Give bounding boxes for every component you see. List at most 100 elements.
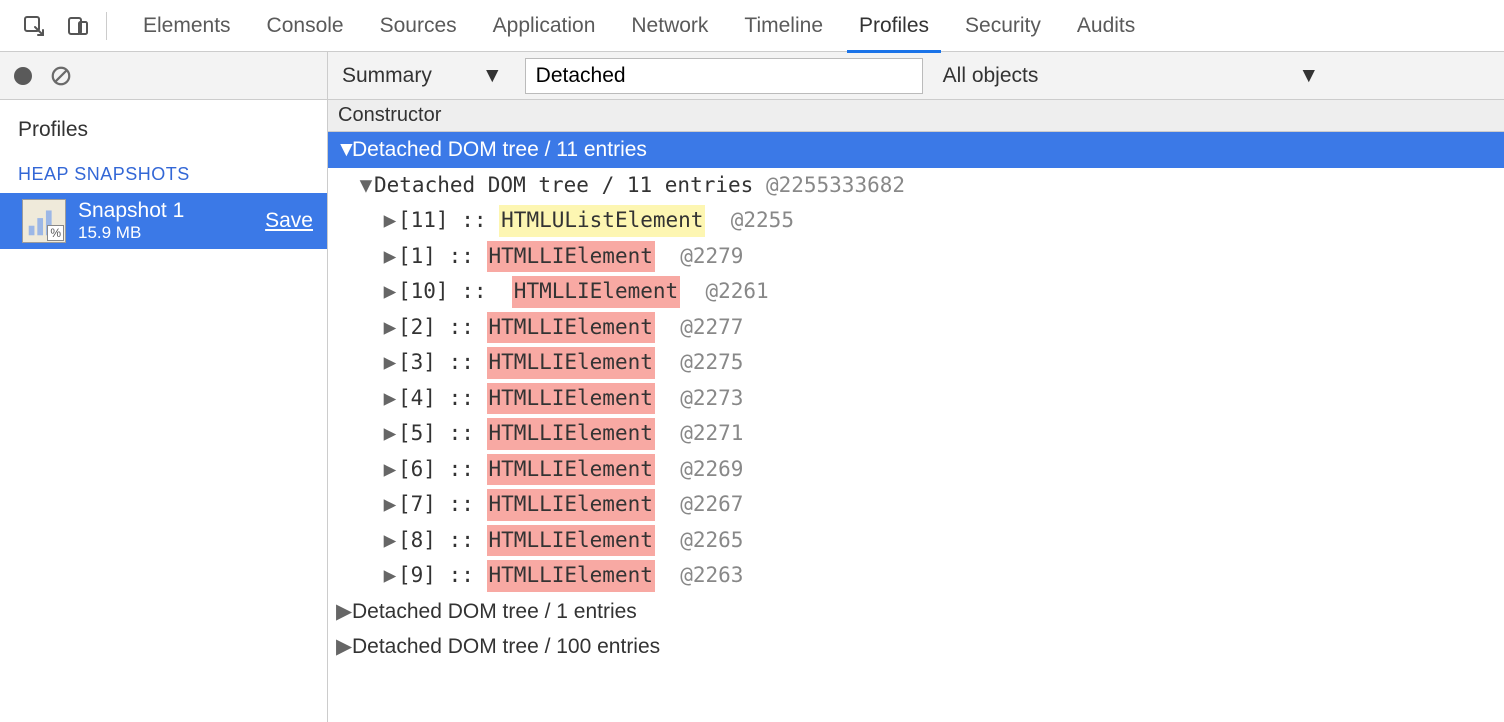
group-row-collapsed[interactable]: ▶Detached DOM tree / 1 entries — [328, 594, 1504, 630]
entry-index: [8] — [398, 525, 436, 557]
disclosure-down-icon: ▼ — [358, 170, 374, 202]
group-row-collapsed[interactable]: ▶Detached DOM tree / 100 entries — [328, 629, 1504, 665]
profiles-sidebar: Profiles HEAP SNAPSHOTS % Snapshot 1 15.… — [0, 100, 328, 722]
snapshot-text: Snapshot 1 15.9 MB — [78, 199, 253, 243]
heap-entry-row[interactable]: ▶[5] :: HTMLLIElement @2271 — [328, 416, 1504, 452]
heap-entry-row[interactable]: ▶[4] :: HTMLLIElement @2273 — [328, 381, 1504, 417]
column-header-constructor[interactable]: Constructor — [328, 100, 1504, 132]
entry-index: [5] — [398, 418, 436, 450]
devtools-tabbar: ElementsConsoleSourcesApplicationNetwork… — [0, 0, 1504, 52]
entry-oid: @2263 — [680, 560, 743, 592]
heap-entry-row[interactable]: ▶[1] :: HTMLLIElement @2279 — [328, 239, 1504, 275]
snapshot-name: Snapshot 1 — [78, 199, 253, 223]
disclosure-right-icon: ▶ — [382, 347, 398, 379]
chevron-down-icon: ▼ — [482, 64, 503, 88]
tab-network[interactable]: Network — [613, 0, 726, 52]
class-filter-input[interactable] — [525, 58, 923, 94]
heap-entry-row[interactable]: ▶[9] :: HTMLLIElement @2263 — [328, 558, 1504, 594]
tab-sources[interactable]: Sources — [362, 0, 475, 52]
group-row-selected[interactable]: ▼Detached DOM tree / 11 entries — [328, 132, 1504, 168]
entry-element: HTMLLIElement — [487, 418, 655, 450]
entry-oid: @2269 — [680, 454, 743, 486]
record-icon[interactable] — [14, 67, 32, 85]
snapshot-save-link[interactable]: Save — [265, 209, 313, 233]
tab-console[interactable]: Console — [249, 0, 362, 52]
sidebar-section-label: HEAP SNAPSHOTS — [0, 150, 327, 193]
heap-entry-row[interactable]: ▶[2] :: HTMLLIElement @2277 — [328, 310, 1504, 346]
toolbar-right: Summary ▼ All objects ▼ — [328, 52, 1504, 99]
tab-timeline[interactable]: Timeline — [726, 0, 841, 52]
entry-oid: @2255 — [731, 205, 794, 237]
entry-element: HTMLLIElement — [487, 525, 655, 557]
snapshot-icon: % — [22, 199, 66, 243]
entry-oid: @2265 — [680, 525, 743, 557]
heap-entry-row[interactable]: ▶[11] :: HTMLUListElement @2255 — [328, 203, 1504, 239]
entry-element: HTMLLIElement — [512, 276, 680, 308]
entry-index: [6] — [398, 454, 436, 486]
tab-security[interactable]: Security — [947, 0, 1059, 52]
entry-index: [9] — [398, 560, 436, 592]
disclosure-right-icon: ▶ — [382, 454, 398, 486]
content-area: Profiles HEAP SNAPSHOTS % Snapshot 1 15.… — [0, 100, 1504, 722]
entry-index: [2] — [398, 312, 436, 344]
object-filter-label: All objects — [943, 64, 1039, 88]
tab-profiles[interactable]: Profiles — [841, 0, 947, 52]
disclosure-right-icon: ▶ — [382, 489, 398, 521]
entry-element: HTMLUListElement — [499, 205, 705, 237]
entry-element: HTMLLIElement — [487, 383, 655, 415]
disclosure-right-icon: ▶ — [382, 560, 398, 592]
entry-oid: @2271 — [680, 418, 743, 450]
group-label: Detached DOM tree / 11 entries — [352, 134, 647, 166]
view-selector-label: Summary — [342, 64, 432, 88]
disclosure-right-icon: ▶ — [382, 418, 398, 450]
group-row-expanded[interactable]: ▼Detached DOM tree / 11 entries @2255333… — [328, 168, 1504, 204]
disclosure-down-icon: ▼ — [336, 134, 352, 166]
object-filter-selector[interactable]: All objects ▼ — [943, 64, 1330, 88]
disclosure-right-icon: ▶ — [382, 205, 398, 237]
tab-elements[interactable]: Elements — [125, 0, 249, 52]
entry-oid: @2275 — [680, 347, 743, 379]
entry-oid: @2279 — [680, 241, 743, 273]
tab-application[interactable]: Application — [475, 0, 614, 52]
entry-element: HTMLLIElement — [487, 454, 655, 486]
entry-index: [4] — [398, 383, 436, 415]
disclosure-right-icon: ▶ — [382, 276, 398, 308]
device-toggle-icon[interactable] — [56, 14, 100, 38]
tabs-container: ElementsConsoleSourcesApplicationNetwork… — [125, 0, 1153, 52]
disclosure-right-icon: ▶ — [336, 596, 352, 628]
disclosure-right-icon: ▶ — [382, 312, 398, 344]
disclosure-right-icon: ▶ — [382, 525, 398, 557]
toolbar-left — [0, 52, 328, 99]
entry-index: [7] — [398, 489, 436, 521]
entry-element: HTMLLIElement — [487, 560, 655, 592]
chevron-down-icon: ▼ — [1298, 64, 1319, 88]
disclosure-right-icon: ▶ — [382, 241, 398, 273]
heap-entry-row[interactable]: ▶[6] :: HTMLLIElement @2269 — [328, 452, 1504, 488]
entry-element: HTMLLIElement — [487, 312, 655, 344]
heap-entry-row[interactable]: ▶[8] :: HTMLLIElement @2265 — [328, 523, 1504, 559]
group-label: Detached DOM tree / 1 entries — [352, 596, 637, 628]
disclosure-right-icon: ▶ — [382, 383, 398, 415]
heap-entry-row[interactable]: ▶[10] :: HTMLLIElement @2261 — [328, 274, 1504, 310]
inspect-icon[interactable] — [12, 14, 56, 38]
tab-audits[interactable]: Audits — [1059, 0, 1153, 52]
entry-index: [11] — [398, 205, 449, 237]
heap-grid: Constructor ▼Detached DOM tree / 11 entr… — [328, 100, 1504, 722]
entry-element: HTMLLIElement — [487, 489, 655, 521]
view-selector[interactable]: Summary ▼ — [342, 64, 513, 88]
entry-oid: @2277 — [680, 312, 743, 344]
entry-element: HTMLLIElement — [487, 241, 655, 273]
entry-index: [3] — [398, 347, 436, 379]
clear-icon[interactable] — [50, 65, 72, 87]
entry-oid: @2273 — [680, 383, 743, 415]
entry-index: [1] — [398, 241, 436, 273]
snapshot-size: 15.9 MB — [78, 223, 253, 243]
tabbar-separator — [106, 12, 107, 40]
entry-oid: @2261 — [705, 276, 768, 308]
snapshot-item[interactable]: % Snapshot 1 15.9 MB Save — [0, 193, 327, 249]
heap-entry-row[interactable]: ▶[3] :: HTMLLIElement @2275 — [328, 345, 1504, 381]
heap-entry-row[interactable]: ▶[7] :: HTMLLIElement @2267 — [328, 487, 1504, 523]
entry-oid: @2267 — [680, 489, 743, 521]
entry-element: HTMLLIElement — [487, 347, 655, 379]
group-label: Detached DOM tree / 100 entries — [352, 631, 660, 663]
